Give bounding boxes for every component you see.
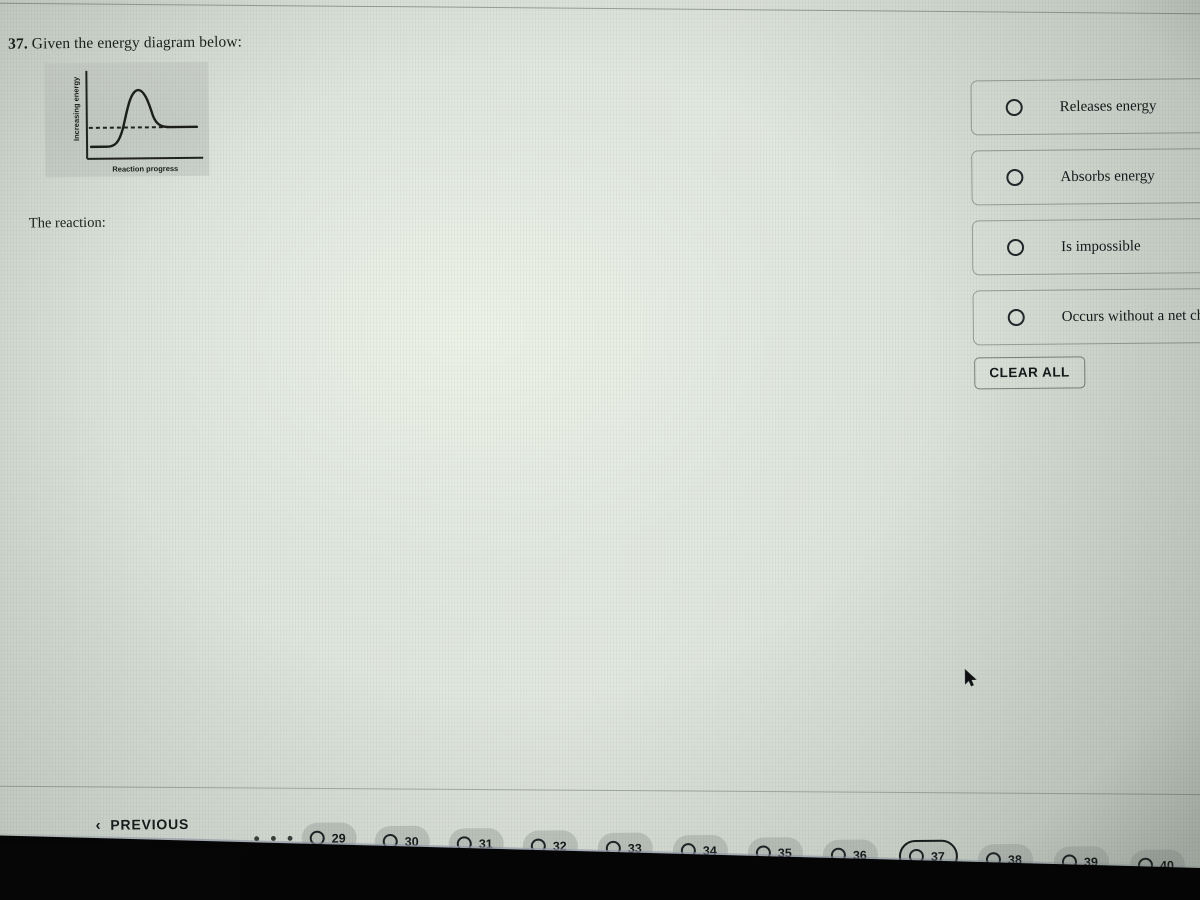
arrow-pointer-icon [964, 668, 977, 687]
previous-button[interactable]: ‹ PREVIOUS [95, 816, 189, 834]
radio-button-icon[interactable] [1005, 98, 1023, 117]
footer-divider [0, 785, 1200, 796]
y-axis [85, 70, 89, 159]
answer-option-label: Releases energy [1059, 97, 1157, 115]
previous-button-label: PREVIOUS [110, 815, 190, 833]
answer-option-absorbs-energy[interactable]: Absorbs energy [971, 147, 1200, 206]
mouse-cursor [964, 668, 978, 688]
energy-diagram-svg: Increasing energy Reaction progress [71, 70, 204, 174]
answer-options-list: Releases energy Absorbs energy Is imposs… [970, 77, 1200, 361]
answer-option-releases-energy[interactable]: Releases energy [970, 77, 1200, 136]
energy-profile-curve [89, 88, 199, 149]
answer-option-label: Absorbs energy [1060, 167, 1155, 185]
screen-top-edge [0, 2, 1200, 15]
radio-button-icon[interactable] [1006, 238, 1025, 257]
monitor-photo: 37. Given the energy diagram below: Incr… [0, 0, 1200, 900]
answer-option-label: Occurs without a net ch [1061, 307, 1200, 325]
reaction-prompt: The reaction: [28, 214, 106, 232]
x-axis [87, 156, 204, 160]
radio-button-icon[interactable] [1006, 168, 1024, 187]
energy-diagram: Increasing energy Reaction progress [44, 61, 210, 178]
clear-all-button[interactable]: CLEAR ALL [974, 356, 1085, 390]
question-stem: 37. Given the energy diagram below: [8, 33, 242, 53]
question-number: 37. [7, 35, 28, 53]
answer-option-no-net-change[interactable]: Occurs without a net ch [972, 287, 1200, 346]
radio-button-icon[interactable] [1007, 308, 1025, 327]
quiz-page: 37. Given the energy diagram below: Incr… [0, 0, 1200, 900]
y-axis-label: Increasing energy [71, 76, 81, 141]
x-axis-label: Reaction progress [112, 164, 178, 174]
monitor-bezel-corner [0, 842, 241, 900]
answer-option-label: Is impossible [1060, 237, 1141, 255]
chevron-left-icon: ‹ [95, 816, 102, 834]
question-text: Given the energy diagram below: [31, 33, 243, 53]
answer-option-is-impossible[interactable]: Is impossible [971, 217, 1200, 276]
